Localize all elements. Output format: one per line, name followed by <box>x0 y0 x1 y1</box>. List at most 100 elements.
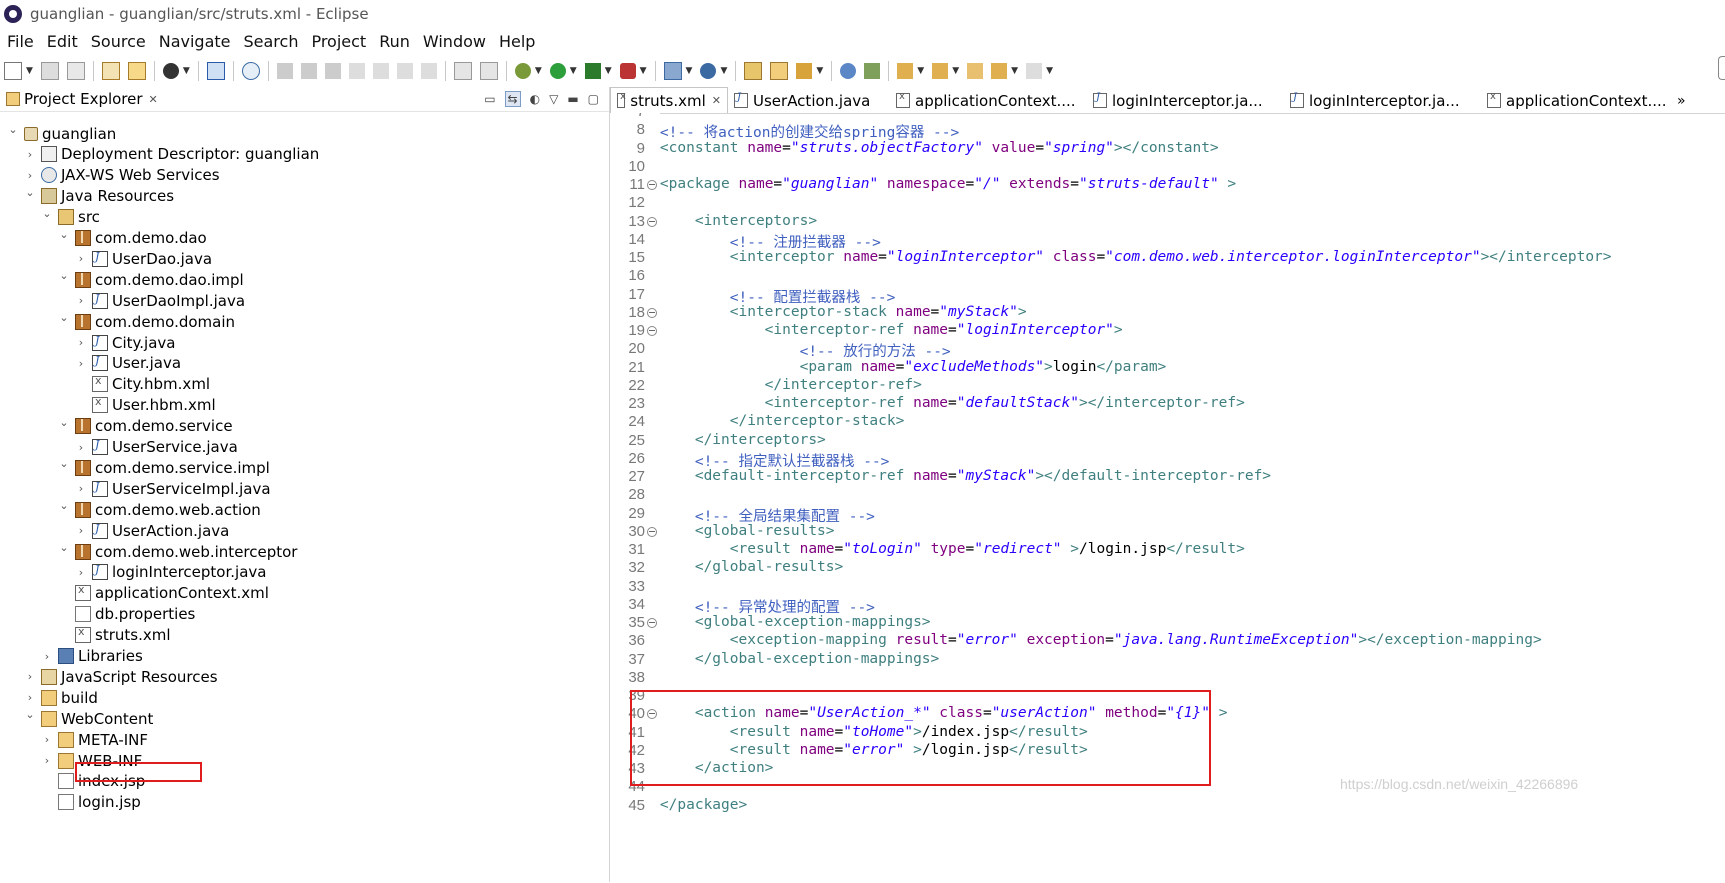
code-line[interactable]: 12 <box>610 194 1725 212</box>
tree-item[interactable]: User.hbm.xml <box>74 395 216 416</box>
chevron-down-icon[interactable]: ⌄ <box>57 499 71 512</box>
chevron-down-icon[interactable]: ⌄ <box>6 123 20 136</box>
step-into-icon[interactable] <box>372 63 389 79</box>
code-line[interactable]: 14 <!-- 注册拦截器 --> <box>610 231 1725 251</box>
maximize-icon[interactable]: ▢ <box>588 92 599 106</box>
tree-item[interactable]: ⌄ src <box>40 207 100 228</box>
chevron-down-icon[interactable]: ⌄ <box>57 457 71 470</box>
open-folder-icon[interactable] <box>770 62 789 80</box>
tree-item[interactable]: › UserService.java <box>74 437 238 458</box>
external-tools-icon[interactable] <box>619 63 636 79</box>
code-line[interactable]: 31 <result name="toLogin" type="redirect… <box>610 541 1725 559</box>
menu-search[interactable]: Search <box>243 32 298 51</box>
minimize-icon[interactable]: ▬ <box>567 92 578 106</box>
tree-item[interactable]: › City.java <box>74 332 176 353</box>
tree-item[interactable]: › UserDao.java <box>74 248 212 269</box>
chevron-right-icon[interactable]: › <box>40 754 54 767</box>
menu-file[interactable]: File <box>7 32 34 51</box>
code-line[interactable]: 21 <param name="excludeMethods">login</p… <box>610 359 1725 377</box>
tree-item[interactable]: › Libraries <box>40 646 143 667</box>
tree-item[interactable]: ⌄ com.demo.service.impl <box>57 457 269 478</box>
next-annotation-icon[interactable] <box>897 63 914 79</box>
tree-item[interactable]: login.jsp <box>40 792 141 813</box>
step-over-icon[interactable] <box>396 63 413 79</box>
open-type-icon[interactable] <box>127 62 146 80</box>
tree-item[interactable]: db.properties <box>57 604 195 625</box>
code-line[interactable]: 45 </package> <box>610 797 1725 815</box>
code-line[interactable]: 38 <box>610 669 1725 687</box>
code-line[interactable]: 24 </interceptor-stack> <box>610 413 1725 431</box>
tree-item[interactable]: › UserDaoImpl.java <box>74 290 245 311</box>
menu-source[interactable]: Source <box>91 32 146 51</box>
code-line[interactable]: 20 <!-- 放行的方法 --> <box>610 340 1725 360</box>
tree-item[interactable]: › build <box>23 687 98 708</box>
chevron-down-icon[interactable]: ⌄ <box>57 416 71 429</box>
resume-icon[interactable] <box>276 63 293 79</box>
more-tabs-icon[interactable]: » <box>1673 93 1690 113</box>
menu-help[interactable]: Help <box>499 32 535 51</box>
open-task-icon[interactable] <box>744 62 763 80</box>
code-line[interactable]: 16 <box>610 267 1725 285</box>
code-line[interactable]: 18 <interceptor-stack name="myStack"> <box>610 304 1725 322</box>
code-line[interactable]: 32 </global-results> <box>610 559 1725 577</box>
tree-item[interactable]: › JAX-WS Web Services <box>23 165 220 186</box>
chevron-right-icon[interactable]: › <box>74 441 88 454</box>
tree-item[interactable]: ⌄ guanglian <box>6 123 116 144</box>
tree-item[interactable]: › Deployment Descriptor: guanglian <box>23 144 319 165</box>
code-line[interactable]: 33 <box>610 578 1725 596</box>
search-icon[interactable] <box>796 63 813 79</box>
tree-item[interactable]: ⌄ com.demo.service <box>57 416 232 437</box>
code-line[interactable]: 26 <!-- 指定默认拦截器栈 --> <box>610 450 1725 470</box>
server-icon[interactable] <box>162 63 179 79</box>
code-line[interactable]: 25 </interceptors> <box>610 432 1725 450</box>
perspective-switcher[interactable] <box>1718 56 1725 80</box>
editor-tab[interactable]: UserAction.java <box>728 88 890 113</box>
tree-item[interactable]: applicationContext.xml <box>57 583 269 604</box>
use-step-filters-icon[interactable] <box>453 62 472 80</box>
save-all-icon[interactable] <box>66 62 85 80</box>
new-server-icon[interactable] <box>663 62 682 80</box>
chevron-right-icon[interactable]: › <box>40 733 54 746</box>
chevron-right-icon[interactable]: › <box>74 336 88 349</box>
editor-tab[interactable]: loginInterceptor.ja... <box>1284 88 1481 113</box>
code-line[interactable]: 9 <constant name="struts.objectFactory" … <box>610 140 1725 158</box>
code-line[interactable]: 27 <default-interceptor-ref name="myStac… <box>610 468 1725 486</box>
code-line[interactable]: 22 </interceptor-ref> <box>610 377 1725 395</box>
run-icon[interactable] <box>549 63 566 79</box>
chevron-right-icon[interactable]: › <box>74 566 88 579</box>
tree-item[interactable]: ⌄ com.demo.dao.impl <box>57 269 243 290</box>
code-line[interactable]: 10 <box>610 158 1725 176</box>
new-class-icon[interactable] <box>700 63 717 79</box>
chevron-right-icon[interactable]: › <box>74 357 88 370</box>
chevron-down-icon[interactable]: ⌄ <box>57 269 71 282</box>
chevron-down-icon[interactable]: ⌄ <box>23 186 37 199</box>
editor-tab[interactable]: applicationContext.... <box>890 88 1087 113</box>
code-line[interactable]: 17 <!-- 配置拦截器栈 --> <box>610 286 1725 306</box>
code-line[interactable]: 35 <global-exception-mappings> <box>610 614 1725 632</box>
new-icon[interactable] <box>4 62 22 80</box>
code-line[interactable]: 28 <box>610 486 1725 504</box>
debug-icon[interactable] <box>514 63 531 79</box>
tree-item[interactable]: › JavaScript Resources <box>23 666 218 687</box>
tree-item[interactable]: › UserServiceImpl.java <box>74 478 271 499</box>
chevron-right-icon[interactable]: › <box>74 252 88 265</box>
drop-to-frame-icon[interactable] <box>479 62 498 80</box>
chevron-down-icon[interactable]: ⌄ <box>57 228 71 241</box>
tree-item[interactable]: ⌄ com.demo.web.interceptor <box>57 541 297 562</box>
tree-item[interactable]: ⌄ com.demo.web.action <box>57 499 260 520</box>
chevron-down-icon[interactable]: ⌄ <box>57 541 71 554</box>
editor-tab[interactable]: loginInterceptor.ja... <box>1087 88 1284 113</box>
tree-item[interactable]: ⌄ com.demo.domain <box>57 311 235 332</box>
chevron-right-icon[interactable]: › <box>74 482 88 495</box>
suspend-icon[interactable] <box>300 63 317 79</box>
step-return-icon[interactable] <box>420 63 437 79</box>
menu-window[interactable]: Window <box>423 32 486 51</box>
tree-item[interactable]: › META-INF <box>40 729 148 750</box>
chevron-right-icon[interactable]: › <box>74 524 88 537</box>
chevron-right-icon[interactable]: › <box>23 670 37 683</box>
console-icon[interactable] <box>206 62 225 80</box>
skip-breakpoints-icon[interactable] <box>241 62 260 80</box>
view-menu-icon[interactable]: ▽ <box>549 92 558 106</box>
chevron-right-icon[interactable]: › <box>40 650 54 663</box>
code-line[interactable]: 7 <box>610 113 1725 121</box>
